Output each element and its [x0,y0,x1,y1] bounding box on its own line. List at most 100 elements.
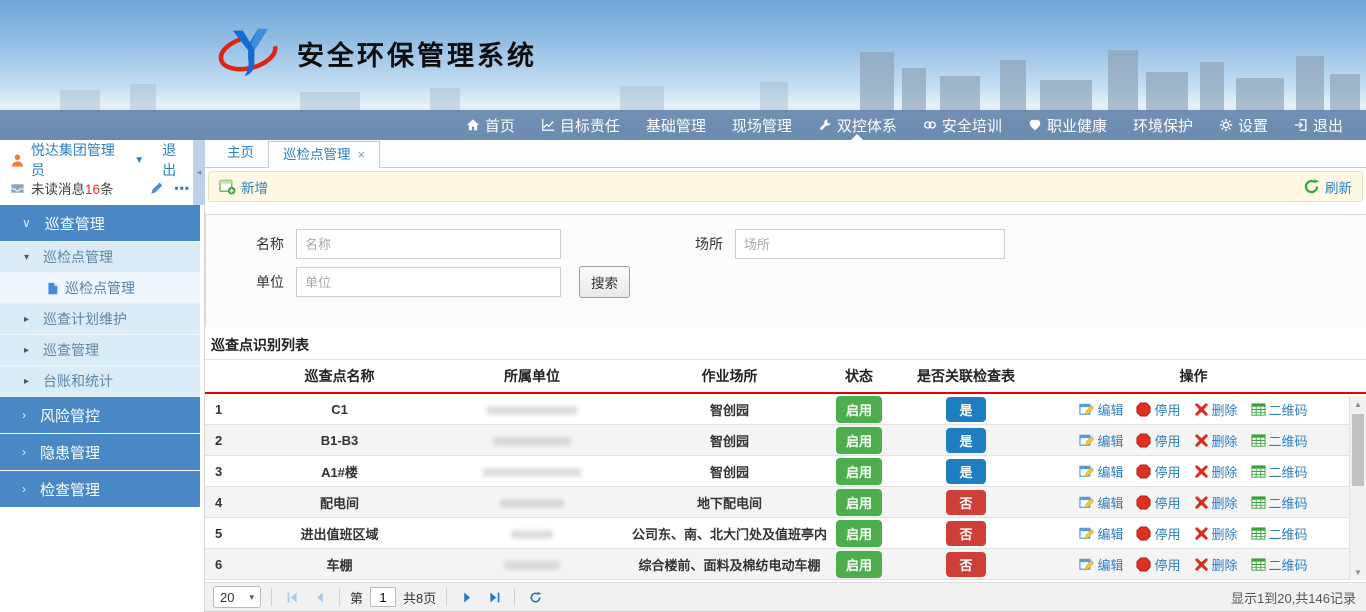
sidebar-item-checkpoint-management-page[interactable]: 巡检点管理 [0,273,200,304]
edit-action[interactable]: 编辑 [1079,555,1123,574]
table-scrollbar[interactable]: ▲ ▼ [1349,396,1366,580]
qrcode-action[interactable]: 二维码 [1251,400,1308,419]
unit-input[interactable] [296,267,561,297]
unread-messages[interactable]: 未读消息16条 [31,178,114,198]
more-options-icon[interactable]: ••• [174,181,190,195]
redacted-text [504,561,560,570]
linked-badge[interactable]: 否 [946,552,986,577]
status-badge[interactable]: 启用 [836,489,882,516]
disable-action[interactable]: 停用 [1136,400,1180,419]
chevron-down-icon[interactable]: ▼ [134,155,144,166]
close-icon[interactable]: × [358,142,366,168]
last-page-button[interactable] [484,587,504,607]
delete-action[interactable]: 删除 [1194,555,1238,574]
edit-action[interactable]: 编辑 [1079,462,1123,481]
nav-item-logout[interactable]: 退出 [1281,110,1356,140]
place-input[interactable] [735,229,1005,259]
disable-action[interactable]: 停用 [1136,462,1180,481]
cell-index: 3 [205,464,247,479]
row-actions: 编辑 停用 删除 二维码 [1041,431,1366,450]
disable-action[interactable]: 停用 [1136,555,1180,574]
delete-label: 删除 [1212,524,1238,543]
nav-item-environment-protection[interactable]: 环境保护 [1120,110,1206,140]
status-badge[interactable]: 启用 [836,520,882,547]
status-badge[interactable]: 启用 [836,427,882,454]
edit-action[interactable]: 编辑 [1079,493,1123,512]
sidebar-item-patrol-plan-maintenance[interactable]: ▸巡查计划维护 [0,304,200,335]
user-name[interactable]: 悦达集团管理员 [31,140,128,180]
cell-linked: 否 [891,490,1041,515]
disable-action[interactable]: 停用 [1136,524,1180,543]
triangle-right-icon: ▸ [24,314,29,325]
edit-label: 编辑 [1097,493,1123,512]
delete-action[interactable]: 删除 [1194,462,1238,481]
logout-link[interactable]: 退出 [162,140,190,180]
nav-item-settings[interactable]: 设置 [1206,110,1281,140]
inbox-icon [10,181,25,196]
tab-home[interactable]: 主页 [213,140,268,167]
nav-item-dual-control-system[interactable]: 双控体系 [805,110,910,140]
delete-action[interactable]: 删除 [1194,524,1238,543]
sidebar-collapse-handle[interactable]: ◂ [193,140,205,205]
search-button[interactable]: 搜索 [579,266,630,298]
delete-action[interactable]: 删除 [1194,493,1238,512]
refresh-button[interactable]: 刷新 [1303,177,1352,197]
nav-item-safety-training[interactable]: 安全培训 [910,110,1015,140]
nav-item-site-management[interactable]: 现场管理 [719,110,805,140]
edit-action[interactable]: 编辑 [1079,524,1123,543]
add-button[interactable]: 新增 [219,177,268,197]
previous-page-button[interactable] [309,587,329,607]
sidebar-item-checkpoint-management[interactable]: ▾巡检点管理 [0,242,200,273]
current-page-input[interactable] [370,587,396,607]
name-input[interactable] [296,229,561,259]
qrcode-action[interactable]: 二维码 [1251,431,1308,450]
scroll-up-icon[interactable]: ▲ [1350,396,1366,412]
delete-action[interactable]: 删除 [1194,400,1238,419]
sidebar-item-inspection-management[interactable]: ›检查管理 [0,471,200,507]
tab-checkpoint-management[interactable]: 巡检点管理 × [268,141,380,168]
sidebar-item-patrol-management[interactable]: ∨巡查管理 [0,205,200,241]
disable-action[interactable]: 停用 [1136,431,1180,450]
stop-icon [1136,464,1151,479]
next-page-button[interactable] [457,587,477,607]
sidebar-item-hazard-management[interactable]: ›隐患管理 [0,434,200,470]
edit-action[interactable]: 编辑 [1079,431,1123,450]
cell-place: 智创园 [632,431,827,450]
linked-badge[interactable]: 是 [946,459,986,484]
cell-unit-redacted [432,495,632,510]
scrollbar-thumb[interactable] [1352,414,1364,486]
reload-grid-button[interactable] [525,587,545,607]
qrcode-action[interactable]: 二维码 [1251,493,1308,512]
first-page-button[interactable] [282,587,302,607]
scroll-down-icon[interactable]: ▼ [1350,564,1366,580]
disable-action[interactable]: 停用 [1136,493,1180,512]
linked-badge[interactable]: 否 [946,490,986,515]
linked-badge[interactable]: 否 [946,521,986,546]
sidebar-item-patrol-management-sub[interactable]: ▸巡查管理 [0,335,200,366]
qrcode-action[interactable]: 二维码 [1251,462,1308,481]
pencil-icon[interactable] [150,181,164,195]
cell-status: 启用 [827,551,891,578]
status-badge[interactable]: 启用 [836,551,882,578]
delete-icon [1194,495,1209,510]
status-badge[interactable]: 启用 [836,458,882,485]
page-size-select[interactable]: 20 ▾ [213,586,261,608]
qrcode-label: 二维码 [1269,400,1308,419]
qrcode-action[interactable]: 二维码 [1251,524,1308,543]
edit-action[interactable]: 编辑 [1079,400,1123,419]
disable-label: 停用 [1154,555,1180,574]
nav-item-target-responsibility[interactable]: 目标责任 [528,110,633,140]
sidebar-item-ledger-statistics[interactable]: ▸台账和统计 [0,366,200,397]
nav-item-basic-management[interactable]: 基础管理 [633,110,719,140]
linked-badge[interactable]: 是 [946,428,986,453]
nav-item-home[interactable]: 首页 [453,110,528,140]
status-badge[interactable]: 启用 [836,396,882,423]
delete-action[interactable]: 删除 [1194,431,1238,450]
sidebar-item-risk-control[interactable]: ›风险管控 [0,397,200,433]
total-pages-label: 共8页 [403,588,436,607]
chevron-down-icon: ∨ [22,216,31,230]
nav-item-occupational-health[interactable]: 职业健康 [1015,110,1120,140]
qrcode-action[interactable]: 二维码 [1251,555,1308,574]
linked-badge[interactable]: 是 [946,397,986,422]
chevron-right-icon: › [22,482,26,496]
